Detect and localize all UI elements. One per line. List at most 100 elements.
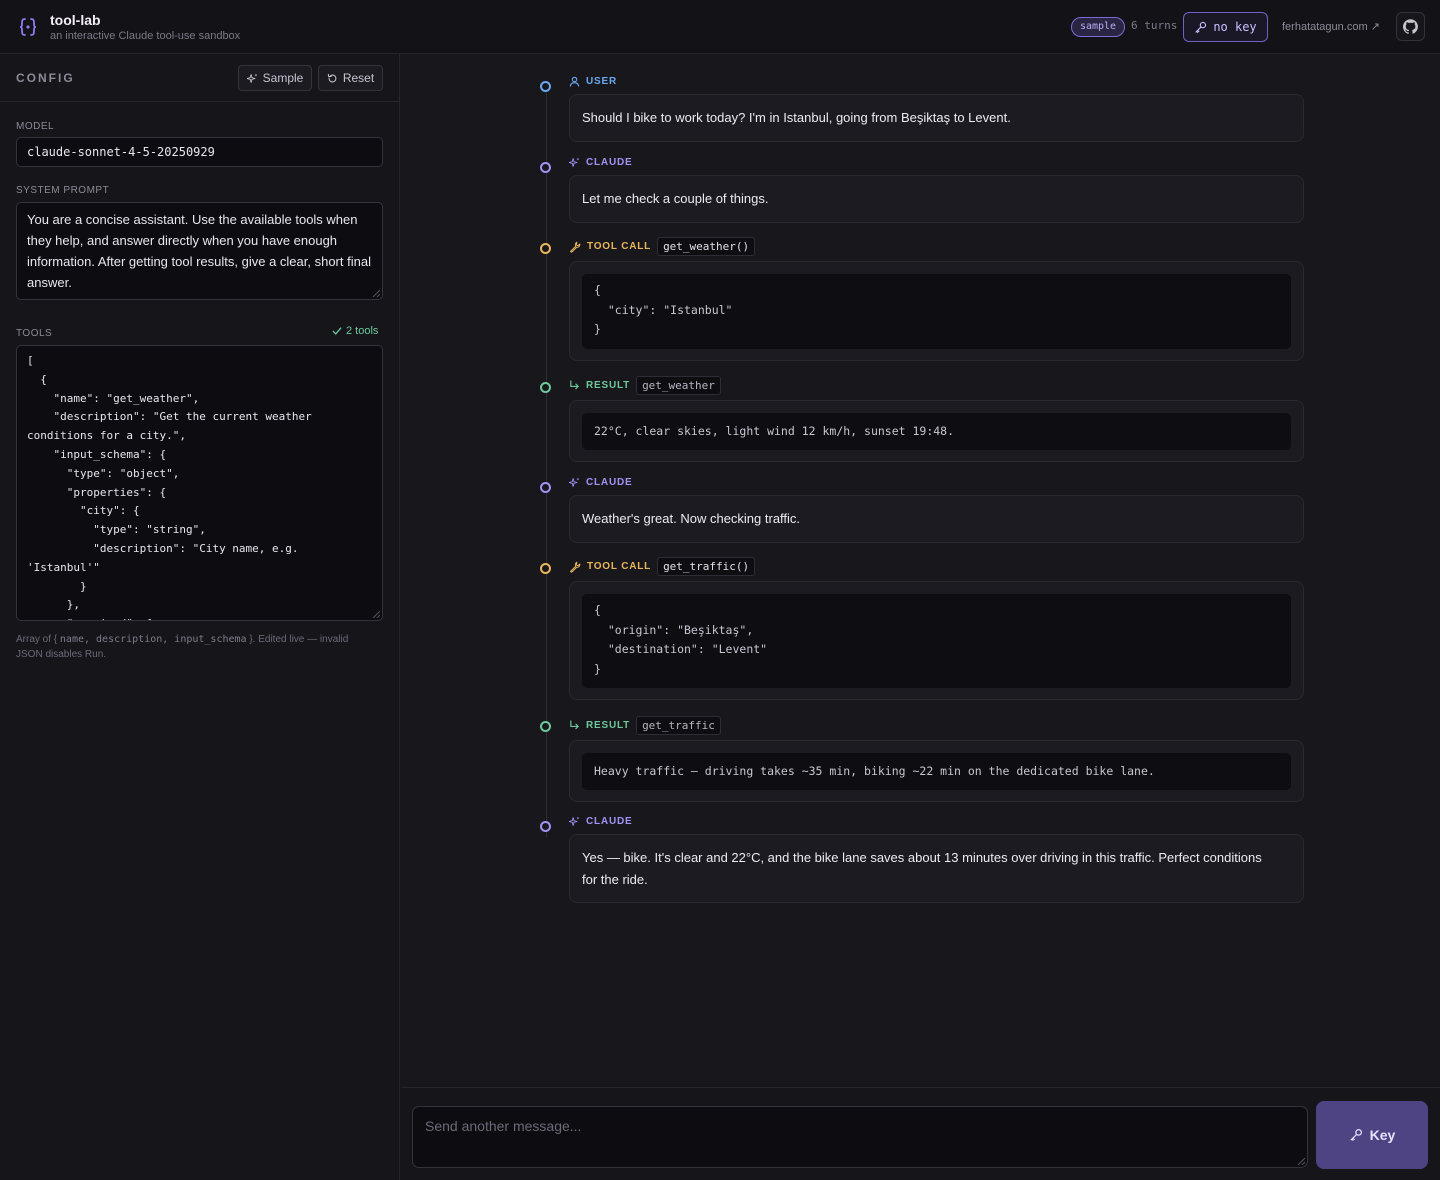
tool-result-card: Heavy traffic — driving takes ~35 min, b… xyxy=(569,740,1304,802)
check-icon xyxy=(332,327,342,335)
message-input[interactable]: Send another message... xyxy=(412,1106,1308,1168)
role-user: USER xyxy=(569,76,617,87)
tools-json-text: [ { "name": "get_weather", "description"… xyxy=(27,354,312,620)
key-button[interactable]: Key xyxy=(1316,1101,1428,1169)
config-title: CONFIG xyxy=(16,71,75,85)
role-claude: CLAUDE xyxy=(569,477,632,488)
app-header: tool-lab an interactive Claude tool-use … xyxy=(0,0,1440,54)
site-link[interactable]: ferhatatagun.com ↗ xyxy=(1282,20,1380,33)
reset-icon xyxy=(327,73,337,82)
resize-grip-icon[interactable] xyxy=(1297,1157,1305,1165)
tool-result-code: Heavy traffic — driving takes ~35 min, b… xyxy=(582,753,1291,790)
tools-json-editor[interactable]: [ { "name": "get_weather", "description"… xyxy=(16,345,383,621)
timeline-dot xyxy=(540,162,551,173)
tool-result-code: 22°C, clear skies, light wind 12 km/h, s… xyxy=(582,413,1291,450)
config-header: CONFIG Sample Reset xyxy=(0,54,399,102)
role-label: TOOL CALL xyxy=(587,561,652,572)
function-name-chip: get_traffic xyxy=(636,716,721,735)
tool-args-code: { "origin": "Beşiktaş", "destination": "… xyxy=(582,594,1291,688)
key-button-label: Key xyxy=(1369,1127,1396,1143)
message-text: Yes — bike. It's clear and 22°C, and the… xyxy=(582,850,1262,887)
timeline-dot xyxy=(540,721,551,732)
system-prompt-label: SYSTEM PROMPT xyxy=(16,185,110,196)
role-result: RESULT get_weather xyxy=(569,376,721,395)
message-text: Weather's great. Now checking traffic. xyxy=(582,511,801,526)
sample-badge: sample xyxy=(1071,17,1125,37)
sample-button-label: Sample xyxy=(262,71,304,85)
timeline-dot xyxy=(540,382,551,393)
model-input[interactable]: claude-sonnet-4-5-20250929 xyxy=(16,137,383,167)
message-text: Should I bike to work today? I'm in Ista… xyxy=(582,110,1011,125)
turns-count: 6 turns xyxy=(1131,19,1178,32)
key-icon xyxy=(1195,21,1207,33)
system-prompt-text: You are a concise assistant. Use the ava… xyxy=(27,212,371,290)
role-label: CLAUDE xyxy=(586,157,633,168)
tool-result-text: Heavy traffic — driving takes ~35 min, b… xyxy=(594,764,1155,778)
hint-prefix: Array of { xyxy=(16,634,60,645)
return-arrow-icon xyxy=(570,380,580,390)
app-title: tool-lab xyxy=(50,12,101,28)
timeline-dot xyxy=(540,243,551,254)
role-claude: CLAUDE xyxy=(569,157,632,168)
role-tool-call: TOOL CALL get_weather() xyxy=(569,237,756,256)
key-icon xyxy=(1350,1128,1362,1141)
role-label: TOOL CALL xyxy=(587,241,652,252)
sparkle-icon xyxy=(569,477,580,487)
tool-args-code: { "city": "Istanbul" } xyxy=(582,274,1291,349)
wrench-icon xyxy=(570,561,581,573)
role-label: RESULT xyxy=(586,720,631,731)
claude-message-card: Let me check a couple of things. xyxy=(569,175,1304,223)
timeline-dot xyxy=(540,563,551,574)
timeline-dot xyxy=(540,81,551,92)
wrench-icon xyxy=(570,241,581,253)
api-key-label: no key xyxy=(1213,20,1257,34)
message-placeholder: Send another message... xyxy=(425,1118,582,1134)
tool-args-text: { "origin": "Beşiktaş", "destination": "… xyxy=(594,603,768,676)
resize-grip-icon[interactable] xyxy=(372,289,380,297)
timeline-dot xyxy=(540,821,551,832)
role-result: RESULT get_traffic xyxy=(569,716,721,735)
role-label: USER xyxy=(586,76,617,87)
sample-button[interactable]: Sample xyxy=(238,65,312,91)
tools-count: 2 tools xyxy=(346,325,379,337)
tool-call-card: { "origin": "Beşiktaş", "destination": "… xyxy=(569,581,1304,700)
model-label: MODEL xyxy=(16,121,55,132)
reset-button-label: Reset xyxy=(342,71,375,85)
tools-hint: Array of { name, description, input_sche… xyxy=(16,632,376,662)
sparkle-icon xyxy=(569,157,580,167)
config-sidebar: CONFIG Sample Reset MODEL claude-sonnet-… xyxy=(0,54,400,1180)
function-name-chip: get_weather() xyxy=(657,237,756,256)
role-label: RESULT xyxy=(586,380,631,391)
github-button[interactable] xyxy=(1396,12,1425,41)
role-label: CLAUDE xyxy=(586,477,633,488)
timeline-dot xyxy=(540,482,551,493)
message-text: Let me check a couple of things. xyxy=(582,191,769,206)
user-icon xyxy=(569,76,580,87)
claude-message-card: Yes — bike. It's clear and 22°C, and the… xyxy=(569,834,1304,903)
reset-button[interactable]: Reset xyxy=(318,65,383,91)
claude-message-card: Weather's great. Now checking traffic. xyxy=(569,495,1304,543)
system-prompt-textarea[interactable]: You are a concise assistant. Use the ava… xyxy=(16,202,383,300)
hint-code: name, description, input_schema xyxy=(59,634,247,645)
tool-args-text: { "city": "Istanbul" } xyxy=(594,283,733,336)
sparkle-icon xyxy=(569,816,580,826)
resize-grip-icon[interactable] xyxy=(372,610,380,618)
tools-status: 2 tools xyxy=(332,325,378,337)
return-arrow-icon xyxy=(570,720,580,730)
braces-logo-icon xyxy=(19,18,37,36)
conversation-timeline: USER Should I bike to work today? I'm in… xyxy=(401,54,1440,1087)
tool-call-card: { "city": "Istanbul" } xyxy=(569,261,1304,361)
app-subtitle: an interactive Claude tool-use sandbox xyxy=(50,30,241,42)
api-key-button[interactable]: no key xyxy=(1183,12,1268,42)
composer: Send another message... Key xyxy=(401,1087,1440,1180)
tool-result-text: 22°C, clear skies, light wind 12 km/h, s… xyxy=(594,424,955,438)
tools-label: TOOLS xyxy=(16,328,53,339)
sparkle-icon xyxy=(246,73,257,83)
github-icon xyxy=(1403,19,1418,34)
function-name-chip: get_traffic() xyxy=(657,557,756,576)
user-message-card: Should I bike to work today? I'm in Ista… xyxy=(569,94,1304,142)
role-claude: CLAUDE xyxy=(569,816,632,827)
role-tool-call: TOOL CALL get_traffic() xyxy=(569,557,756,576)
function-name-chip: get_weather xyxy=(636,376,721,395)
role-label: CLAUDE xyxy=(586,816,633,827)
